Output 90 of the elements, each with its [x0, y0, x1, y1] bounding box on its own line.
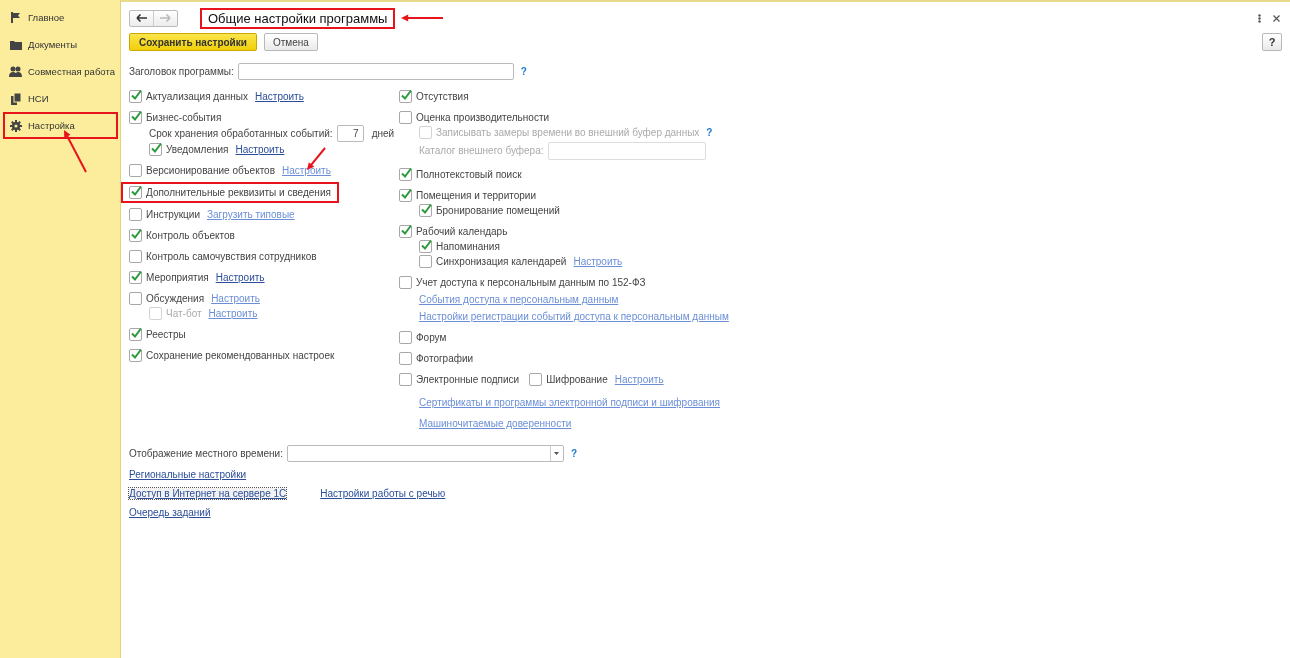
sidebar-item[interactable]: НСИ [3, 85, 118, 112]
checkbox[interactable] [129, 250, 142, 263]
checkbox-label: Версионирование объектов [146, 165, 275, 176]
books-icon [10, 92, 21, 105]
checkbox[interactable] [419, 204, 432, 217]
checkbox[interactable] [129, 111, 142, 124]
checkbox[interactable] [129, 229, 142, 242]
checkbox-label: Дополнительные реквизиты и сведения [146, 187, 331, 198]
checkbox-label: Обсуждения [146, 293, 205, 304]
checkbox[interactable] [149, 143, 162, 156]
settings-icon [9, 119, 22, 132]
flag-icon [10, 12, 21, 23]
checkbox[interactable] [399, 168, 412, 181]
checkbox-label: Реестры [146, 329, 186, 340]
help-link[interactable]: ? [520, 65, 527, 77]
checkbox[interactable] [129, 292, 142, 305]
checkbox[interactable] [129, 90, 142, 103]
checkbox[interactable] [129, 186, 142, 199]
save-button[interactable]: Сохранить настройки [129, 33, 257, 51]
checkbox[interactable] [419, 255, 432, 268]
checkbox-label: Полнотекстовый поиск [416, 169, 522, 180]
checkbox[interactable] [129, 349, 142, 362]
checkbox-label: Электронные подписи [416, 374, 520, 385]
link[interactable]: Очередь заданий [129, 506, 211, 518]
sidebar-item[interactable]: Настройка [3, 112, 118, 139]
close-icon[interactable] [1273, 14, 1280, 22]
local-time-dropdown[interactable] [287, 445, 564, 462]
sidebar-item[interactable]: Документы [3, 31, 118, 58]
cancel-button[interactable]: Отмена [263, 33, 318, 51]
checkbox[interactable] [399, 276, 412, 289]
checkbox[interactable] [399, 111, 412, 124]
checkbox-label: Форум [416, 332, 447, 343]
annotation-arrow [401, 14, 445, 22]
checkbox[interactable] [129, 208, 142, 221]
checkbox-label: Актуализация данных [146, 91, 248, 102]
sidebar-item[interactable]: Совместная работа [3, 58, 118, 85]
form-title: Общие настройки программы [200, 7, 396, 29]
checkbox[interactable] [129, 164, 142, 177]
checkbox-label: Сохранение рекомендованных настроек [146, 350, 335, 361]
checkbox[interactable] [129, 328, 142, 341]
checkbox[interactable] [419, 240, 432, 253]
program-title-field[interactable] [237, 62, 514, 80]
forward-arrow-icon [160, 14, 171, 22]
dropdown-caret-icon [554, 452, 560, 455]
checkbox-label: Фотографии [416, 353, 474, 364]
checkbox-label: Напоминания [436, 241, 500, 252]
checkbox[interactable] [399, 352, 412, 365]
field-label: Заголовок программы: [129, 65, 234, 77]
checkbox-label: Рабочий календарь [416, 226, 508, 237]
field-label: Отображение местного времени: [129, 448, 283, 459]
link[interactable]: Доступ в Интернет на сервере 1С [129, 487, 287, 499]
annotation-arrow [64, 130, 87, 173]
checkbox-label: Контроль самочувствия сотрудников [146, 251, 317, 262]
more-icon[interactable] [1258, 13, 1261, 23]
checkbox[interactable] [399, 90, 412, 103]
checkbox-label: Записывать замеры времени во внешний буфер данных [436, 127, 700, 138]
checkbox-label: Помещения и территории [416, 190, 537, 201]
checkbox-label: Инструкции [146, 209, 200, 220]
link[interactable]: Региональные настройки [129, 468, 247, 480]
number-field[interactable]: 7 [336, 125, 364, 142]
checkbox-label: Синхронизация календарей [436, 256, 567, 267]
back-arrow-icon [136, 14, 147, 22]
checkbox[interactable] [399, 189, 412, 202]
checkbox-label: Отсутствия [416, 91, 469, 102]
checkbox-label: Мероприятия [146, 272, 209, 283]
checkbox-label: Бронирование помещений [436, 205, 560, 216]
people-icon [9, 66, 22, 77]
checkbox-label: Учет доступа к персональным данным по 152-ФЗ [416, 277, 646, 288]
help-button[interactable]: ? [1262, 33, 1282, 51]
checkbox[interactable] [399, 225, 412, 238]
checkbox[interactable] [129, 271, 142, 284]
checkbox-label: Чат-бот [166, 308, 202, 319]
checkbox[interactable] [529, 373, 543, 386]
field-label: Срок хранения обработанных событий: [149, 128, 333, 139]
checkbox[interactable] [399, 331, 412, 344]
unit-label: дней [371, 128, 395, 139]
checkbox-label: Шифрование [546, 374, 608, 385]
help-link[interactable]: ? [571, 448, 578, 459]
link[interactable]: Настройки работы с речью [320, 487, 446, 499]
checkbox-label: Контроль объектов [146, 230, 235, 241]
checkbox-label: Уведомления [166, 144, 229, 155]
checkbox[interactable] [399, 373, 412, 386]
folder-icon [9, 39, 22, 50]
link[interactable]: Настроить [215, 272, 265, 283]
link[interactable]: Настроить [255, 91, 304, 102]
field-label: Каталог внешнего буфера: [419, 145, 544, 156]
checkbox-label: Бизнес-события [146, 112, 222, 123]
link[interactable]: Настроить [235, 144, 285, 155]
sidebar-item[interactable]: Главное [3, 4, 118, 31]
checkbox-label: Оценка производительности [416, 112, 550, 123]
